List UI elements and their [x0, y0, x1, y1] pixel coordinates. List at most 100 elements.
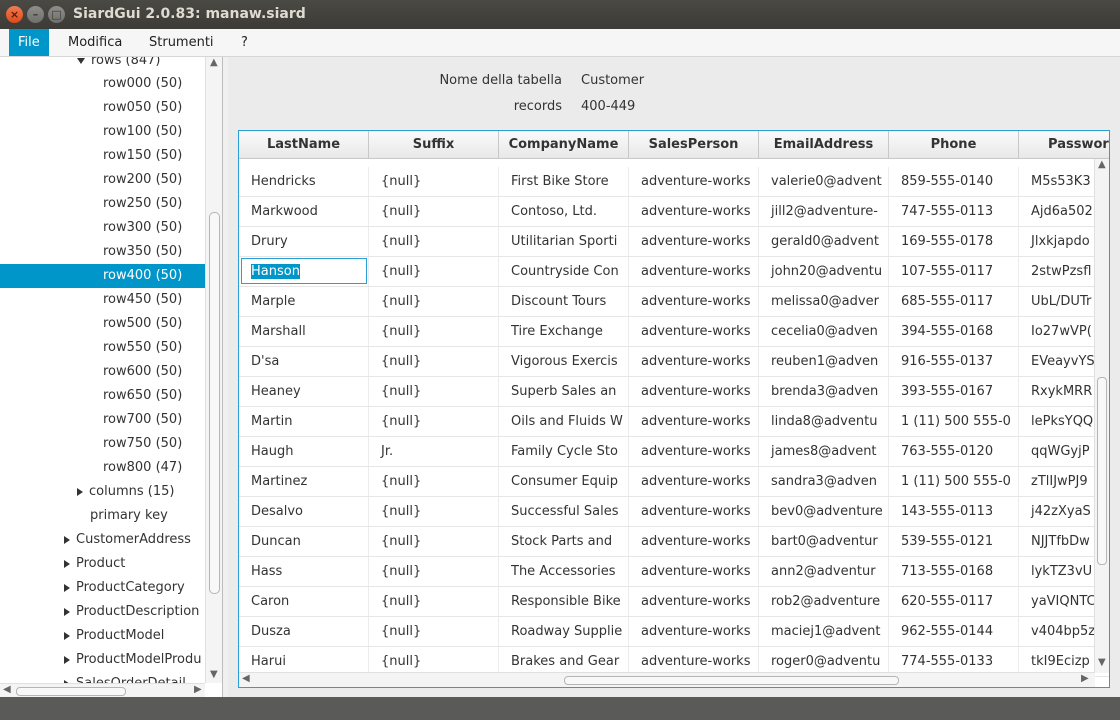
tree-node-row-chunk[interactable]: row550 (50) [0, 336, 222, 360]
table-cell[interactable]: Hass [239, 557, 369, 586]
table-cell[interactable]: {null} [369, 227, 499, 256]
table-cell[interactable]: {null} [369, 407, 499, 436]
table-cell[interactable]: Dusza [239, 617, 369, 646]
table-cell[interactable]: valerie0@advent [759, 167, 889, 196]
table-cell[interactable]: Markwood [239, 197, 369, 226]
tree-node-table[interactable]: CustomerAddress [0, 528, 222, 552]
collapsed-arrow-icon[interactable] [64, 583, 70, 592]
scroll-right-arrow-icon[interactable]: ▶ [194, 684, 202, 695]
table-row[interactable]: Caron {null} Responsible Bike adventure-wor… [239, 587, 1109, 617]
table-cell[interactable]: {null} [369, 197, 499, 226]
table-row[interactable]: Marshall {null} Tire Exchange adventure-wor… [239, 317, 1109, 347]
table-cell[interactable]: Martinez [239, 467, 369, 496]
table-cell[interactable]: jill2@adventure- [759, 197, 889, 226]
table-cell[interactable]: Drury [239, 227, 369, 256]
menu-strumenti[interactable]: Strumenti [149, 29, 214, 56]
table-row[interactable]: Desalvo {null} Successful Sales adventure-w… [239, 497, 1109, 527]
table-cell[interactable]: Stock Parts and [499, 527, 629, 556]
table-cell[interactable]: Utilitarian Sporti [499, 227, 629, 256]
table-cell[interactable]: adventure-works [629, 317, 759, 346]
maximize-window-button[interactable]: □ [48, 6, 65, 23]
table-cell[interactable]: gerald0@advent [759, 227, 889, 256]
close-window-button[interactable]: × [6, 6, 23, 23]
table-cell[interactable]: {null} [369, 617, 499, 646]
table-cell[interactable]: adventure-works [629, 467, 759, 496]
column-header[interactable]: CompanyName [499, 131, 629, 158]
scroll-left-arrow-icon[interactable]: ◀ [3, 684, 11, 695]
column-header[interactable]: LastName [239, 131, 369, 158]
table-cell[interactable]: adventure-works [629, 377, 759, 406]
table-cell[interactable]: {null} [369, 347, 499, 376]
tree-node-row-chunk[interactable]: row600 (50) [0, 360, 222, 384]
tree-node-table[interactable]: ProductModel [0, 624, 222, 648]
menu-help[interactable]: ? [241, 29, 248, 56]
collapsed-arrow-icon[interactable] [64, 631, 70, 640]
table-cell[interactable]: adventure-works [629, 227, 759, 256]
table-cell[interactable]: Oils and Fluids W [499, 407, 629, 436]
table-cell[interactable]: Heaney [239, 377, 369, 406]
tree-node-table[interactable]: ProductDescription [0, 600, 222, 624]
table-cell[interactable]: 1 (11) 500 555-0 [889, 407, 1019, 436]
table-cell[interactable]: linda8@adventu [759, 407, 889, 436]
tree-node-row-chunk[interactable]: row100 (50) [0, 120, 222, 144]
table-cell[interactable]: Family Cycle Sto [499, 437, 629, 466]
table-cell[interactable]: {null} [369, 467, 499, 496]
table-cell[interactable]: 713-555-0168 [889, 557, 1019, 586]
table-cell[interactable]: Vigorous Exercis [499, 347, 629, 376]
table-row[interactable]: Heaney {null} Superb Sales an adventure-wor… [239, 377, 1109, 407]
table-cell[interactable]: adventure-works [629, 587, 759, 616]
table-row[interactable]: Hanson {null} Countryside Con adventure-wor… [239, 257, 1109, 287]
tree-hscroll-thumb[interactable] [16, 687, 126, 696]
table-cell[interactable]: adventure-works [629, 497, 759, 526]
table-row[interactable]: Markwood {null} Contoso, Ltd. adventure-wor… [239, 197, 1109, 227]
column-header[interactable]: PasswordH [1019, 131, 1109, 158]
tree-node-row-chunk[interactable]: row800 (47) [0, 456, 222, 480]
table-cell[interactable]: 916-555-0137 [889, 347, 1019, 376]
tree-node-row-chunk[interactable]: row400 (50) [0, 264, 222, 288]
tree-node-primary-key[interactable]: primary key [0, 504, 222, 528]
table-row[interactable]: Hendricks {null} First Bike Store adventure… [239, 167, 1109, 197]
table-cell[interactable]: adventure-works [629, 527, 759, 556]
table-vscroll-thumb[interactable] [1097, 377, 1107, 565]
table-cell[interactable]: 393-555-0167 [889, 377, 1019, 406]
table-cell[interactable]: brenda3@adven [759, 377, 889, 406]
menu-modifica[interactable]: Modifica [68, 29, 122, 56]
table-cell[interactable]: cecelia0@adven [759, 317, 889, 346]
table-cell[interactable]: First Bike Store [499, 167, 629, 196]
table-cell[interactable]: Jr. [369, 437, 499, 466]
records-table[interactable]: LastName Suffix CompanyName SalesPerson Emai… [238, 130, 1110, 688]
table-cell[interactable]: sandra3@adven [759, 467, 889, 496]
table-cell[interactable]: {null} [369, 257, 499, 286]
collapsed-arrow-icon[interactable] [77, 487, 83, 496]
table-cell[interactable]: Countryside Con [499, 257, 629, 286]
collapsed-arrow-icon[interactable] [64, 607, 70, 616]
table-cell[interactable]: Roadway Supplie [499, 617, 629, 646]
table-cell[interactable]: 747-555-0113 [889, 197, 1019, 226]
tree-node-row-chunk[interactable]: row300 (50) [0, 216, 222, 240]
tree-vertical-scrollbar[interactable]: ▲ ▼ [205, 57, 222, 683]
tree-node-row-chunk[interactable]: row700 (50) [0, 408, 222, 432]
collapsed-arrow-icon[interactable] [64, 535, 70, 544]
tree-node-row-chunk[interactable]: row150 (50) [0, 144, 222, 168]
table-row[interactable]: Martinez {null} Consumer Equip adventure-wo… [239, 467, 1109, 497]
table-cell[interactable]: Tire Exchange [499, 317, 629, 346]
table-row[interactable]: Marple {null} Discount Tours adventure-work… [239, 287, 1109, 317]
tree-node-table[interactable]: ProductModelProdu [0, 648, 222, 672]
table-hscroll-thumb[interactable] [564, 676, 899, 685]
scroll-left-arrow-icon[interactable]: ◀ [242, 673, 250, 684]
tree-node-row-chunk[interactable]: row000 (50) [0, 72, 222, 96]
column-header[interactable]: Suffix [369, 131, 499, 158]
tree-node-row-chunk[interactable]: row750 (50) [0, 432, 222, 456]
table-row[interactable]: Martin {null} Oils and Fluids Wadventure-w… [239, 407, 1109, 437]
table-cell[interactable]: adventure-works [629, 167, 759, 196]
table-vertical-scrollbar[interactable]: ▲ ▼ [1094, 159, 1109, 673]
table-cell[interactable]: Discount Tours [499, 287, 629, 316]
scroll-up-arrow-icon[interactable]: ▲ [1098, 159, 1106, 170]
tree-node-row-chunk[interactable]: row350 (50) [0, 240, 222, 264]
table-cell[interactable]: adventure-works [629, 197, 759, 226]
tree-node-row-chunk[interactable]: row450 (50) [0, 288, 222, 312]
table-cell[interactable]: D'sa [239, 347, 369, 376]
table-cell[interactable]: Successful Sales [499, 497, 629, 526]
table-cell[interactable]: 962-555-0144 [889, 617, 1019, 646]
expanded-arrow-icon[interactable] [77, 57, 85, 64]
